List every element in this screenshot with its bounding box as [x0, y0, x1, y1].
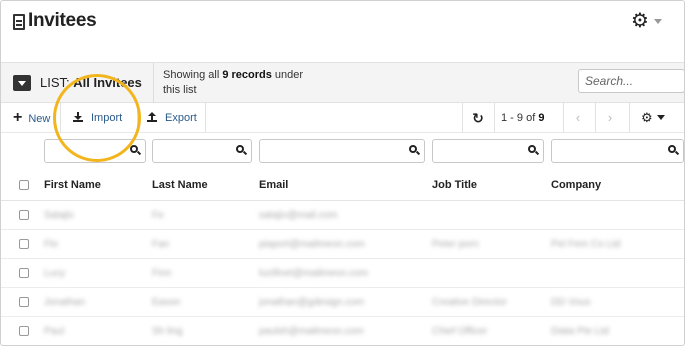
- table-header: First Name Last Name Email Job Title Com…: [1, 169, 684, 201]
- table-row[interactable]: Jonathan Eason jonathan@gdesign.com Crea…: [1, 288, 684, 317]
- record-count-text: Showing all 9 records under this list: [163, 68, 313, 98]
- pager-total: 9: [538, 112, 545, 124]
- previous-page-button[interactable]: ‹: [564, 103, 592, 133]
- import-button[interactable]: Import: [73, 103, 122, 133]
- list-bar: LIST: All Invitees Showing all 9 records…: [1, 63, 684, 103]
- search-icon: [130, 145, 142, 156]
- chevron-left-icon: ‹: [575, 110, 581, 125]
- cell-job-title: Chief Officer: [432, 326, 488, 337]
- cell-job-title: Creative Director: [432, 297, 508, 308]
- filter-company[interactable]: [551, 139, 684, 163]
- column-header-job-title[interactable]: Job Title: [432, 179, 477, 191]
- cell-last-name: Sh ling: [152, 326, 183, 337]
- cell-email: paulsh@mailmeon.com: [259, 326, 364, 337]
- cell-email: satajiv@mail.com: [259, 210, 338, 221]
- list-name-value: All Invitees: [73, 75, 142, 90]
- cell-first-name: Lucy: [44, 268, 66, 279]
- table-row[interactable]: Satajiv Fe satajiv@mail.com: [1, 201, 684, 230]
- column-filters: [1, 133, 684, 169]
- column-header-email[interactable]: Email: [259, 179, 288, 191]
- cell-job-title: Peter porn: [432, 239, 479, 250]
- cell-first-name: Jonathan: [44, 297, 86, 308]
- export-label: Export: [165, 112, 197, 124]
- table-row[interactable]: Lucy Finn lucifinet@mailmeon.com: [1, 259, 684, 288]
- row-checkbox[interactable]: [19, 326, 29, 336]
- pager-of: of: [526, 112, 536, 124]
- download-icon: [73, 112, 83, 122]
- export-button[interactable]: Export: [147, 103, 197, 133]
- cell-first-name: Flo: [44, 239, 58, 250]
- filter-email[interactable]: [259, 139, 425, 163]
- gear-icon: ⚙: [641, 110, 653, 125]
- column-header-first-name[interactable]: First Name: [44, 179, 101, 191]
- document-icon: [13, 14, 25, 30]
- search-icon: [409, 145, 421, 156]
- divider: [205, 103, 206, 133]
- cell-email: lucifinet@mailmeon.com: [259, 268, 369, 279]
- showing-prefix: Showing all: [163, 69, 220, 81]
- divider: [60, 103, 61, 133]
- pagination-info: 1 - 9 of 9: [501, 103, 544, 133]
- action-toolbar: + New Import Export ↻ 1 - 9 of 9 ‹ › ⚙: [1, 103, 684, 133]
- new-label: New: [28, 113, 51, 125]
- settings-dropdown[interactable]: ⚙: [631, 11, 665, 33]
- divider: [153, 63, 154, 103]
- cell-last-name: Fan: [152, 239, 170, 250]
- search-icon: [236, 145, 248, 156]
- cell-last-name: Fe: [152, 210, 164, 221]
- row-checkbox[interactable]: [19, 210, 29, 220]
- divider: [629, 103, 630, 133]
- cell-company: Pel Fem Co Ltd: [551, 239, 621, 250]
- row-checkbox[interactable]: [19, 239, 29, 249]
- column-header-company[interactable]: Company: [551, 179, 601, 191]
- invitees-window: Invitees ⚙ LIST: All Invitees Showing al…: [0, 0, 685, 346]
- chevron-right-icon: ›: [607, 110, 613, 125]
- divider: [494, 103, 495, 133]
- refresh-button[interactable]: ↻: [462, 103, 494, 133]
- filter-last-name[interactable]: [152, 139, 252, 163]
- chevron-down-icon: [654, 19, 662, 24]
- cell-email: piaport@mailmeon.com: [259, 239, 365, 250]
- page-header: Invitees ⚙: [1, 1, 684, 63]
- row-checkbox[interactable]: [19, 297, 29, 307]
- divider: [137, 103, 138, 133]
- gear-icon: ⚙: [631, 10, 649, 32]
- cell-first-name: Satajiv: [44, 210, 75, 221]
- list-prefix: LIST:: [40, 75, 70, 90]
- next-page-button[interactable]: ›: [596, 103, 624, 133]
- list-dropdown-button[interactable]: [13, 75, 31, 91]
- cell-email: jonathan@gdesign.com: [259, 297, 365, 308]
- cell-company: Diata Pte Ltd: [551, 326, 609, 337]
- list-name: LIST: All Invitees: [40, 75, 142, 90]
- chevron-down-icon: [656, 115, 665, 120]
- refresh-icon: ↻: [472, 110, 484, 126]
- upload-icon: [147, 112, 157, 122]
- table-row[interactable]: Flo Fan piaport@mailmeon.com Peter porn …: [1, 230, 684, 259]
- cell-first-name: Paul: [44, 326, 65, 337]
- plus-icon: +: [13, 109, 23, 126]
- select-all-checkbox[interactable]: [19, 180, 29, 190]
- cell-last-name: Eason: [152, 297, 181, 308]
- pager-range: 1 - 9: [501, 112, 524, 124]
- record-count: 9 records: [222, 69, 272, 81]
- column-settings-button[interactable]: ⚙: [641, 103, 665, 133]
- new-button[interactable]: + New: [13, 103, 50, 133]
- row-checkbox[interactable]: [19, 268, 29, 278]
- search-icon: [668, 145, 680, 156]
- page-title: Invitees: [28, 10, 97, 31]
- search-icon: [528, 145, 540, 156]
- search-input[interactable]: [578, 69, 684, 93]
- filter-first-name[interactable]: [44, 139, 146, 163]
- cell-last-name: Finn: [152, 268, 172, 279]
- table-row[interactable]: Paul Sh ling paulsh@mailmeon.com Chief O…: [1, 317, 684, 345]
- filter-job-title[interactable]: [432, 139, 544, 163]
- column-header-last-name[interactable]: Last Name: [152, 179, 208, 191]
- import-label: Import: [91, 112, 123, 124]
- cell-company: DD Vous: [551, 297, 591, 308]
